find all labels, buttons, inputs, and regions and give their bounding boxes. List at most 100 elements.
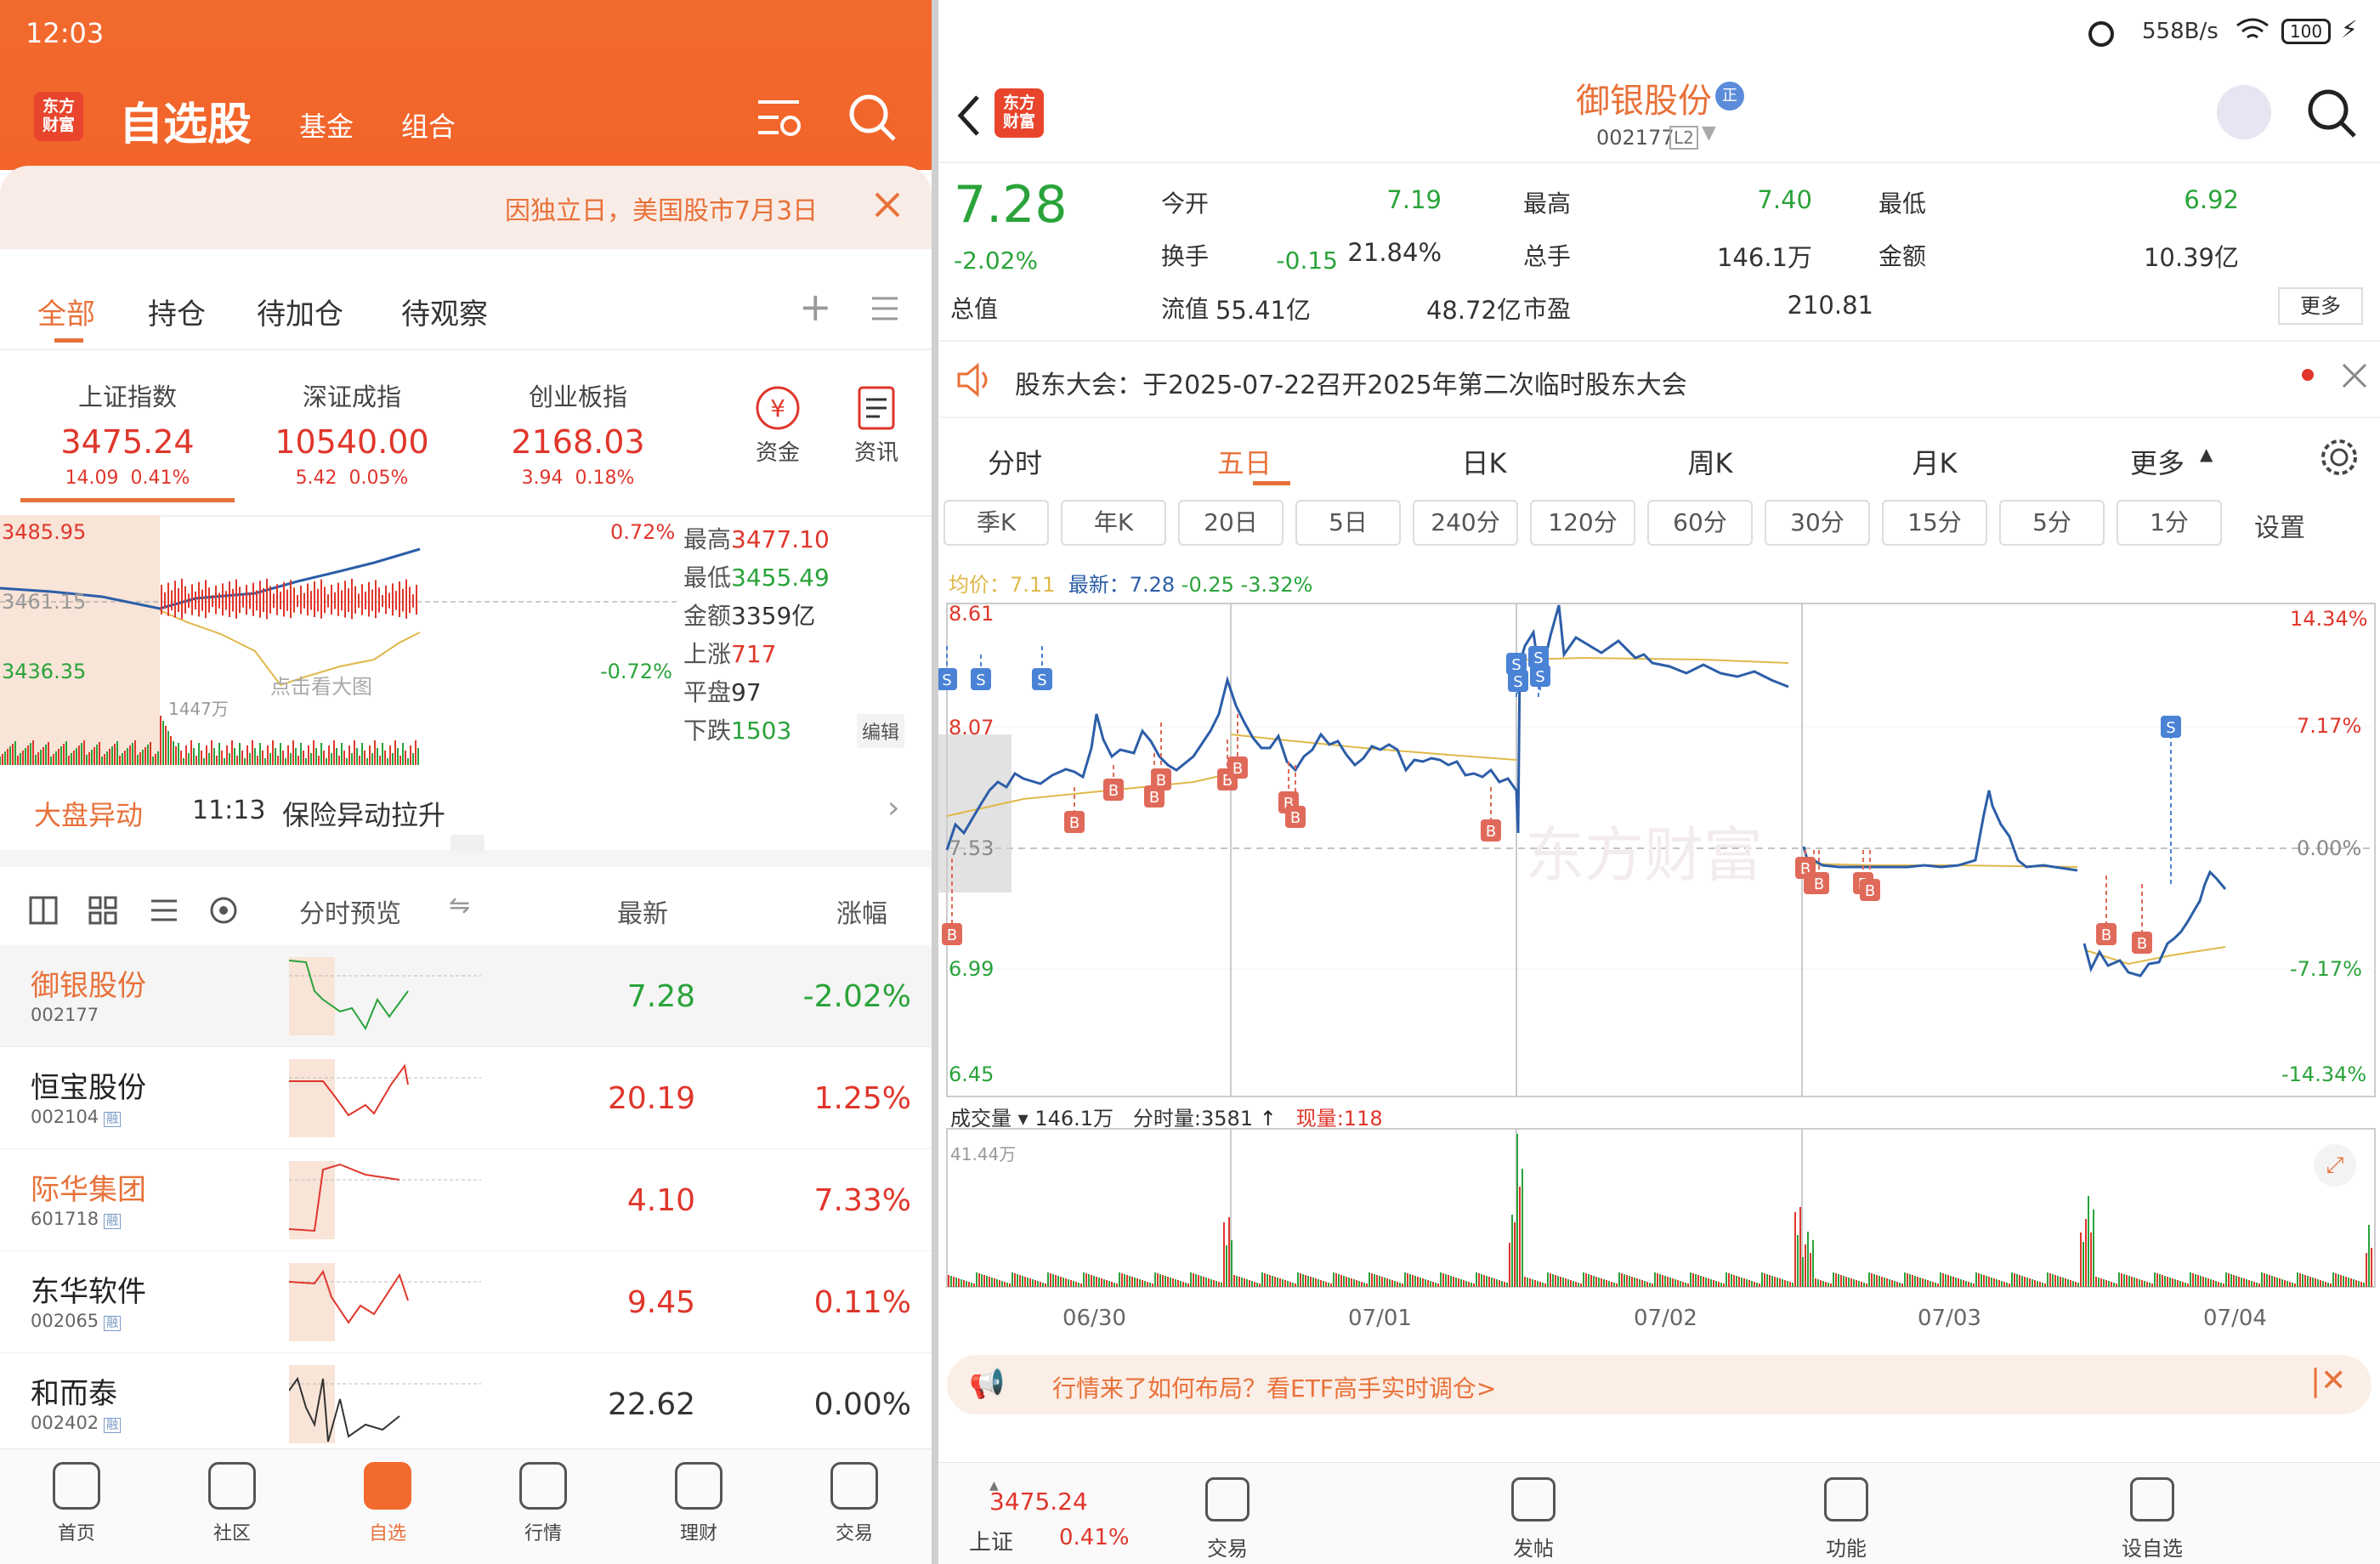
period-button[interactable]: 年K: [1061, 500, 1166, 546]
period-button[interactable]: 15分: [1882, 500, 1987, 546]
sell-marker[interactable]: S: [971, 654, 991, 690]
bottom-post[interactable]: 发帖: [1470, 1477, 1597, 1561]
nav-home[interactable]: 首页: [0, 1462, 153, 1545]
bottom-index-value[interactable]: 3475.24: [989, 1488, 1088, 1516]
period-tab[interactable]: 日K: [1425, 442, 1544, 481]
grid-icon[interactable]: [88, 896, 117, 925]
stock-row[interactable]: 恒宝股份 002104 融 20.19 1.25%: [0, 1047, 932, 1149]
mini-chart-watermark: 点击看大图: [270, 675, 372, 699]
period-button[interactable]: 5分: [1999, 500, 2105, 546]
sell-marker[interactable]: S: [1032, 646, 1052, 690]
period-button[interactable]: 1分: [2116, 500, 2222, 546]
menu-icon[interactable]: [870, 294, 899, 323]
nav-community[interactable]: 社区: [156, 1462, 309, 1545]
period-button[interactable]: 120分: [1530, 500, 1635, 546]
close-icon[interactable]: [2341, 362, 2368, 389]
buy-marker[interactable]: B: [1103, 765, 1124, 801]
period-button[interactable]: 季K: [944, 500, 1049, 546]
sell-marker[interactable]: S: [2161, 716, 2181, 884]
target-icon[interactable]: [209, 896, 238, 925]
index-intraday-chart[interactable]: 点击看大图: [0, 515, 680, 770]
period-tab[interactable]: 分时: [955, 442, 1074, 481]
five-day-chart[interactable]: 东方财富 SSSBBBBBBBBBBSSSSBBBBBBBS: [938, 595, 2380, 1309]
tab-fund[interactable]: 基金: [299, 105, 354, 144]
unread-dot: [2302, 369, 2314, 381]
stock-sparkline: [289, 957, 481, 1035]
group-tab-holding[interactable]: 持仓: [148, 291, 206, 332]
bottom-function[interactable]: 功能: [1782, 1477, 1910, 1561]
stock-row[interactable]: 御银股份 002177 7.28 -2.02%: [0, 945, 932, 1047]
volume-dropdown[interactable]: 成交量: [950, 1107, 1012, 1130]
app-logo-icon[interactable]: 东方 财富: [994, 88, 1044, 138]
period-tab[interactable]: 更多: [2098, 442, 2217, 481]
stock-row[interactable]: 际华集团 601718 融 4.10 7.33%: [0, 1149, 932, 1251]
nav-watchlist[interactable]: 自选: [311, 1462, 464, 1545]
edit-button[interactable]: 编辑: [857, 714, 905, 748]
notice-banner[interactable]: 因独立日，美国股市7月3日: [0, 166, 932, 249]
nav-trade[interactable]: 交易: [778, 1462, 931, 1545]
wifi-icon: [2236, 18, 2269, 39]
period-tab[interactable]: 五日: [1185, 442, 1304, 481]
close-icon[interactable]: |✕: [2310, 1363, 2346, 1398]
period-button[interactable]: 30分: [1765, 500, 1870, 546]
bottom-add-watchlist[interactable]: 设自选: [2088, 1477, 2216, 1561]
period-tab[interactable]: 月K: [1875, 442, 1994, 481]
group-tab-watch[interactable]: 待观察: [401, 291, 488, 332]
stock-row[interactable]: 和而泰 002402 融 22.62 0.00%: [0, 1353, 932, 1455]
index-sz[interactable]: 深证成指 10540.00 5.42 0.05%: [267, 377, 437, 489]
settings-gear-icon[interactable]: [2319, 437, 2360, 478]
stock-name[interactable]: 御银股份: [1576, 73, 1712, 122]
svg-text:B: B: [1814, 876, 1824, 893]
period-button[interactable]: 60分: [1647, 500, 1753, 546]
news-button[interactable]: 资讯: [847, 384, 906, 467]
svg-text:S: S: [976, 672, 985, 689]
buy-marker[interactable]: B: [2132, 884, 2152, 954]
stock-row[interactable]: 东华软件 002065 融 9.45 0.11%: [0, 1251, 932, 1353]
bottom-trade[interactable]: 交易: [1164, 1477, 1291, 1561]
quote-value: 7.40: [1757, 185, 1812, 214]
collapse-handle-icon[interactable]: [450, 835, 484, 852]
col-latest[interactable]: 最新: [617, 892, 668, 930]
stock-row-name: 御银股份: [31, 969, 146, 1003]
search-icon[interactable]: [847, 92, 898, 143]
nav-wealth[interactable]: 理财: [622, 1462, 775, 1545]
swap-icon[interactable]: ⇋: [449, 891, 470, 921]
svg-text:B: B: [1156, 772, 1166, 790]
group-tab-add[interactable]: 待加仓: [257, 291, 343, 332]
code-dropdown-icon[interactable]: ▼: [1702, 122, 1716, 144]
manage-list-icon[interactable]: [756, 95, 804, 141]
period-tab[interactable]: 周K: [1651, 442, 1770, 481]
buy-marker[interactable]: B: [2096, 876, 2116, 945]
bottom-index-name: 上证: [969, 1530, 1014, 1556]
period-button[interactable]: 20日: [1178, 500, 1284, 546]
expand-icon[interactable]: ⤢: [2314, 1144, 2356, 1187]
index-sh[interactable]: 上证指数 3475.24 14.09 0.41%: [42, 377, 212, 489]
period-button[interactable]: 5日: [1295, 500, 1401, 546]
group-tab-all[interactable]: 全部: [37, 291, 95, 332]
search-icon[interactable]: [2305, 87, 2358, 139]
robot-avatar-icon[interactable]: [2217, 85, 2271, 139]
sell-marker[interactable]: S: [1508, 670, 1528, 694]
periods-settings-link[interactable]: 设置: [2254, 507, 2305, 544]
split-divider[interactable]: [932, 0, 938, 1564]
buy-marker[interactable]: B: [1481, 787, 1501, 842]
period-button[interactable]: 240分: [1413, 500, 1518, 546]
app-logo-icon[interactable]: 东方 财富: [34, 92, 83, 141]
tab-combo[interactable]: 组合: [401, 105, 456, 144]
sell-marker[interactable]: S: [1530, 665, 1550, 690]
col-change[interactable]: 涨幅: [836, 892, 887, 930]
close-icon[interactable]: [874, 191, 901, 218]
ad-banner[interactable]: 📢 行情来了如何布局？看ETF高手实时调仓> |✕: [947, 1355, 2372, 1414]
nav-market[interactable]: 行情: [467, 1462, 620, 1545]
fund-flow-button[interactable]: ¥ 资金: [748, 384, 808, 467]
l2-badge[interactable]: L2: [1669, 126, 1698, 150]
index-cyb[interactable]: 创业板指 2168.03 3.94 0.18%: [493, 377, 663, 489]
pct-zero-label: 0.00%: [2297, 836, 2362, 860]
notice-text[interactable]: 股东大会：于2025-07-22召开2025年第二次临时股东大会: [1015, 364, 1687, 401]
list-icon[interactable]: [150, 896, 178, 925]
back-icon[interactable]: [955, 94, 981, 138]
col-preview[interactable]: 分时预览: [299, 892, 401, 930]
more-quote-button[interactable]: 更多: [2278, 287, 2363, 325]
add-group-icon[interactable]: +: [799, 284, 832, 330]
layout-icon[interactable]: [29, 896, 58, 925]
